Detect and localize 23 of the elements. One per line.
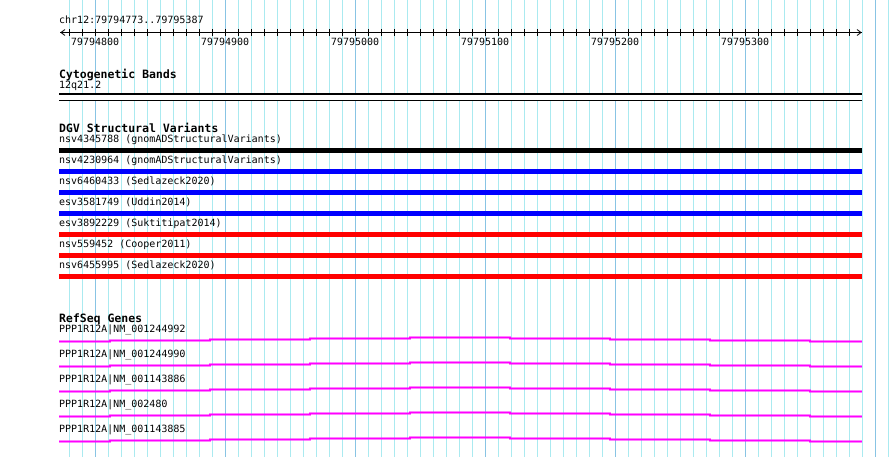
tick-label: 79795300 — [720, 37, 770, 48]
location-label: chr12:79794773..79795387 — [59, 15, 204, 27]
tick-label: 79794900 — [200, 37, 250, 48]
band-label: 12q21.2 — [59, 80, 102, 92]
variant-label: nsv6460433 (Sedlazeck2020) — [59, 176, 216, 188]
track-title: Cytogenetic Bands — [59, 68, 177, 80]
tick-label: 79795200 — [590, 37, 640, 48]
variant-label: esv3581749 (Uddin2014) — [59, 197, 192, 209]
variant-label: nsv4345788 (gnomADStructuralVariants) — [59, 134, 282, 146]
variant-label: esv3892229 (Suktitipat2014) — [59, 218, 222, 230]
variant-label: nsv559452 (Cooper2011) — [59, 239, 192, 251]
tick-label: 79795000 — [330, 37, 380, 48]
variant-label: nsv6455995 (Sedlazeck2020) — [59, 260, 216, 272]
gene-label: PPP1R12A|NM_001244990 — [59, 349, 186, 361]
tick-label: 79795100 — [460, 37, 510, 48]
track-title: DGV Structural Variants — [59, 122, 218, 134]
gene-label: PPP1R12A|NM_001143886 — [59, 374, 186, 386]
gene-label: PPP1R12A|NM_002480 — [59, 399, 168, 411]
gene-label: PPP1R12A|NM_001143885 — [59, 424, 186, 436]
track-title: RefSeq Genes — [59, 312, 142, 324]
variant-label: nsv4230964 (gnomADStructuralVariants) — [59, 155, 282, 167]
gene-label: PPP1R12A|NM_001244992 — [59, 324, 186, 336]
tick-label: 79794800 — [70, 37, 120, 48]
